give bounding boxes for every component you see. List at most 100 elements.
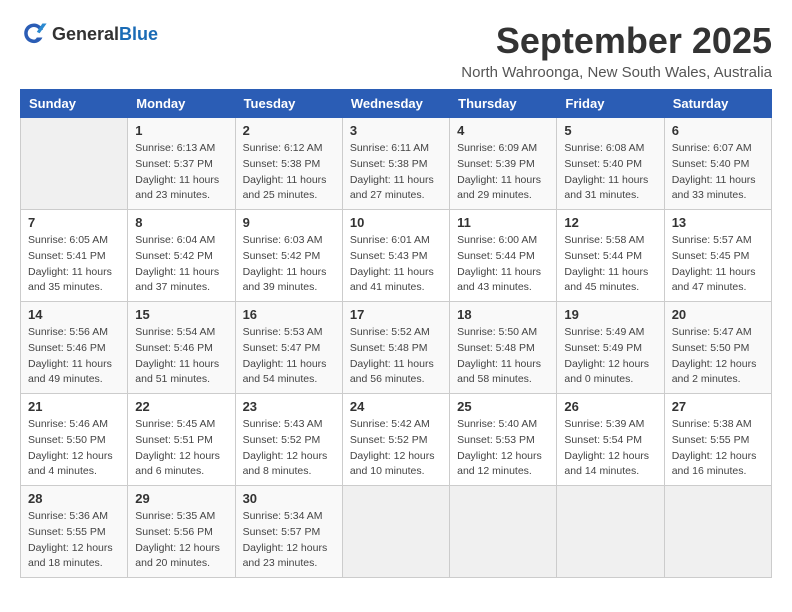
calendar-cell: 9 Sunrise: 6:03 AMSunset: 5:42 PMDaylight… bbox=[235, 210, 342, 302]
weekday-header-wednesday: Wednesday bbox=[342, 90, 449, 118]
calendar-cell: 25Sunrise: 5:40 AMSunset: 5:53 PMDayligh… bbox=[450, 394, 557, 486]
day-info: Sunrise: 5:52 AMSunset: 5:48 PMDaylight:… bbox=[350, 325, 442, 388]
calendar-cell: 6 Sunrise: 6:07 AMSunset: 5:40 PMDaylight… bbox=[664, 118, 771, 210]
day-number: 7 bbox=[28, 215, 120, 230]
location-title: North Wahroonga, New South Wales, Austra… bbox=[461, 64, 772, 81]
day-number: 18 bbox=[457, 307, 549, 322]
calendar-cell bbox=[450, 486, 557, 578]
day-info: Sunrise: 5:56 AMSunset: 5:46 PMDaylight:… bbox=[28, 325, 120, 388]
calendar-cell: 13 Sunrise: 5:57 AMSunset: 5:45 PMDayligh… bbox=[664, 210, 771, 302]
day-info: Sunrise: 5:50 AMSunset: 5:48 PMDaylight:… bbox=[457, 325, 549, 388]
day-info: Sunrise: 6:11 AMSunset: 5:38 PMDaylight:… bbox=[350, 141, 442, 204]
logo-text: General Blue bbox=[52, 24, 158, 45]
day-number: 12 bbox=[564, 215, 656, 230]
weekday-header-monday: Monday bbox=[128, 90, 235, 118]
page-header: General Blue September 2025 North Wahroo… bbox=[20, 20, 772, 81]
calendar-cell: 18 Sunrise: 5:50 AMSunset: 5:48 PMDayligh… bbox=[450, 302, 557, 394]
day-number: 23 bbox=[243, 399, 335, 414]
weekday-header-saturday: Saturday bbox=[664, 90, 771, 118]
day-info: Sunrise: 6:12 AMSunset: 5:38 PMDaylight:… bbox=[243, 141, 335, 204]
calendar-cell: 30 Sunrise: 5:34 AMSunset: 5:57 PMDayligh… bbox=[235, 486, 342, 578]
day-info: Sunrise: 6:04 AMSunset: 5:42 PMDaylight:… bbox=[135, 233, 227, 296]
week-row-4: 21 Sunrise: 5:46 AMSunset: 5:50 PMDayligh… bbox=[21, 394, 772, 486]
day-info: Sunrise: 5:43 AMSunset: 5:52 PMDaylight:… bbox=[243, 417, 335, 480]
calendar-cell: 17 Sunrise: 5:52 AMSunset: 5:48 PMDayligh… bbox=[342, 302, 449, 394]
day-number: 14 bbox=[28, 307, 120, 322]
calendar-cell: 21 Sunrise: 5:46 AMSunset: 5:50 PMDayligh… bbox=[21, 394, 128, 486]
calendar-cell bbox=[342, 486, 449, 578]
day-info: Sunrise: 6:01 AMSunset: 5:43 PMDaylight:… bbox=[350, 233, 442, 296]
logo-icon bbox=[20, 20, 48, 48]
day-number: 2 bbox=[243, 123, 335, 138]
calendar-cell: 10Sunrise: 6:01 AMSunset: 5:43 PMDayligh… bbox=[342, 210, 449, 302]
weekday-header-thursday: Thursday bbox=[450, 90, 557, 118]
day-info: Sunrise: 5:54 AMSunset: 5:46 PMDaylight:… bbox=[135, 325, 227, 388]
day-number: 27 bbox=[672, 399, 764, 414]
month-title: September 2025 bbox=[461, 20, 772, 62]
day-number: 22 bbox=[135, 399, 227, 414]
day-number: 26 bbox=[564, 399, 656, 414]
day-info: Sunrise: 5:36 AMSunset: 5:55 PMDaylight:… bbox=[28, 509, 120, 572]
day-number: 5 bbox=[564, 123, 656, 138]
day-number: 13 bbox=[672, 215, 764, 230]
day-number: 3 bbox=[350, 123, 442, 138]
day-info: Sunrise: 5:39 AMSunset: 5:54 PMDaylight:… bbox=[564, 417, 656, 480]
calendar-cell: 19 Sunrise: 5:49 AMSunset: 5:49 PMDayligh… bbox=[557, 302, 664, 394]
day-number: 19 bbox=[564, 307, 656, 322]
day-info: Sunrise: 6:00 AMSunset: 5:44 PMDaylight:… bbox=[457, 233, 549, 296]
day-info: Sunrise: 6:09 AMSunset: 5:39 PMDaylight:… bbox=[457, 141, 549, 204]
day-info: Sunrise: 5:49 AMSunset: 5:49 PMDaylight:… bbox=[564, 325, 656, 388]
day-info: Sunrise: 5:42 AMSunset: 5:52 PMDaylight:… bbox=[350, 417, 442, 480]
calendar-cell: 2 Sunrise: 6:12 AMSunset: 5:38 PMDaylight… bbox=[235, 118, 342, 210]
day-number: 16 bbox=[243, 307, 335, 322]
day-number: 1 bbox=[135, 123, 227, 138]
day-info: Sunrise: 5:45 AMSunset: 5:51 PMDaylight:… bbox=[135, 417, 227, 480]
calendar-cell: 7Sunrise: 6:05 AMSunset: 5:41 PMDaylight… bbox=[21, 210, 128, 302]
calendar-cell: 27 Sunrise: 5:38 AMSunset: 5:55 PMDayligh… bbox=[664, 394, 771, 486]
day-number: 8 bbox=[135, 215, 227, 230]
day-info: Sunrise: 5:35 AMSunset: 5:56 PMDaylight:… bbox=[135, 509, 227, 572]
calendar-cell: 4 Sunrise: 6:09 AMSunset: 5:39 PMDaylight… bbox=[450, 118, 557, 210]
calendar-cell: 8 Sunrise: 6:04 AMSunset: 5:42 PMDaylight… bbox=[128, 210, 235, 302]
day-number: 25 bbox=[457, 399, 549, 414]
week-row-5: 28 Sunrise: 5:36 AMSunset: 5:55 PMDayligh… bbox=[21, 486, 772, 578]
calendar-cell: 23 Sunrise: 5:43 AMSunset: 5:52 PMDayligh… bbox=[235, 394, 342, 486]
calendar-cell: 22 Sunrise: 5:45 AMSunset: 5:51 PMDayligh… bbox=[128, 394, 235, 486]
day-number: 29 bbox=[135, 491, 227, 506]
calendar-cell: 29 Sunrise: 5:35 AMSunset: 5:56 PMDayligh… bbox=[128, 486, 235, 578]
day-number: 6 bbox=[672, 123, 764, 138]
day-number: 30 bbox=[243, 491, 335, 506]
day-number: 9 bbox=[243, 215, 335, 230]
calendar-cell: 1Sunrise: 6:13 AMSunset: 5:37 PMDaylight… bbox=[128, 118, 235, 210]
day-info: Sunrise: 6:07 AMSunset: 5:40 PMDaylight:… bbox=[672, 141, 764, 204]
week-row-1: 1Sunrise: 6:13 AMSunset: 5:37 PMDaylight… bbox=[21, 118, 772, 210]
calendar-cell: 12 Sunrise: 5:58 AMSunset: 5:44 PMDayligh… bbox=[557, 210, 664, 302]
calendar-cell: 24Sunrise: 5:42 AMSunset: 5:52 PMDayligh… bbox=[342, 394, 449, 486]
day-info: Sunrise: 5:53 AMSunset: 5:47 PMDaylight:… bbox=[243, 325, 335, 388]
week-row-3: 14 Sunrise: 5:56 AMSunset: 5:46 PMDayligh… bbox=[21, 302, 772, 394]
title-section: September 2025 North Wahroonga, New Sout… bbox=[461, 20, 772, 81]
day-info: Sunrise: 5:47 AMSunset: 5:50 PMDaylight:… bbox=[672, 325, 764, 388]
calendar-cell: 26 Sunrise: 5:39 AMSunset: 5:54 PMDayligh… bbox=[557, 394, 664, 486]
day-number: 20 bbox=[672, 307, 764, 322]
day-info: Sunrise: 5:57 AMSunset: 5:45 PMDaylight:… bbox=[672, 233, 764, 296]
day-number: 21 bbox=[28, 399, 120, 414]
calendar-cell: 14 Sunrise: 5:56 AMSunset: 5:46 PMDayligh… bbox=[21, 302, 128, 394]
calendar-cell: 15Sunrise: 5:54 AMSunset: 5:46 PMDayligh… bbox=[128, 302, 235, 394]
day-number: 17 bbox=[350, 307, 442, 322]
calendar-cell bbox=[21, 118, 128, 210]
day-info: Sunrise: 5:58 AMSunset: 5:44 PMDaylight:… bbox=[564, 233, 656, 296]
calendar-cell: 28 Sunrise: 5:36 AMSunset: 5:55 PMDayligh… bbox=[21, 486, 128, 578]
calendar-cell: 11Sunrise: 6:00 AMSunset: 5:44 PMDayligh… bbox=[450, 210, 557, 302]
calendar-cell: 5Sunrise: 6:08 AMSunset: 5:40 PMDaylight… bbox=[557, 118, 664, 210]
day-info: Sunrise: 6:03 AMSunset: 5:42 PMDaylight:… bbox=[243, 233, 335, 296]
day-info: Sunrise: 5:34 AMSunset: 5:57 PMDaylight:… bbox=[243, 509, 335, 572]
weekday-header-sunday: Sunday bbox=[21, 90, 128, 118]
week-row-2: 7Sunrise: 6:05 AMSunset: 5:41 PMDaylight… bbox=[21, 210, 772, 302]
logo: General Blue bbox=[20, 20, 158, 48]
weekday-header-friday: Friday bbox=[557, 90, 664, 118]
day-info: Sunrise: 5:46 AMSunset: 5:50 PMDaylight:… bbox=[28, 417, 120, 480]
day-number: 28 bbox=[28, 491, 120, 506]
day-info: Sunrise: 5:38 AMSunset: 5:55 PMDaylight:… bbox=[672, 417, 764, 480]
day-number: 4 bbox=[457, 123, 549, 138]
